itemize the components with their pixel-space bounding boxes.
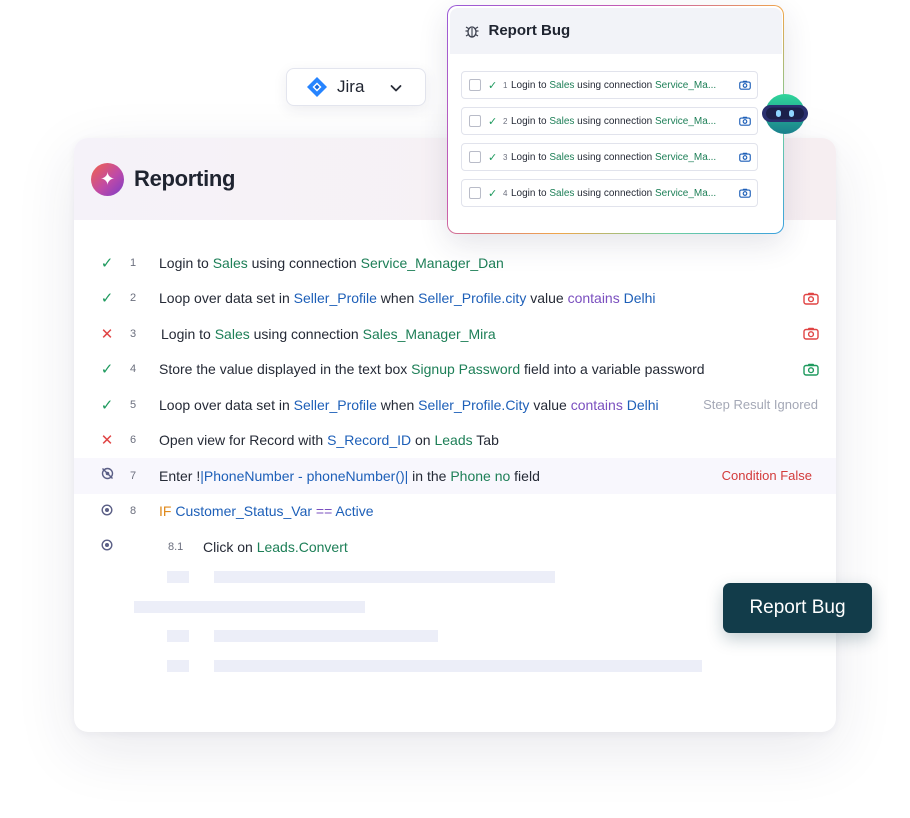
sparkle-logo-icon: ✦ bbox=[91, 162, 124, 196]
stage: ✦ Reporting ✓ 1 Login to Sales using con… bbox=[0, 0, 910, 818]
step-row[interactable]: ✕ 3 Login to Sales using connection Sale… bbox=[74, 316, 836, 352]
step-number: 3 bbox=[503, 152, 508, 162]
skeleton-placeholder bbox=[167, 630, 189, 642]
bug-step-row[interactable]: ✓ 2 Login to Sales using connection Serv… bbox=[461, 107, 758, 135]
step-checkbox[interactable] bbox=[469, 187, 481, 199]
skip-icon bbox=[99, 503, 115, 520]
bug-icon bbox=[465, 25, 478, 38]
step-text: Login to Sales using connection Service_… bbox=[511, 151, 717, 163]
step-text: Open view for Record with S_Record_ID on… bbox=[159, 432, 499, 449]
camera-icon[interactable] bbox=[803, 327, 819, 340]
robot-avatar-icon bbox=[762, 94, 808, 134]
check-icon: ✓ bbox=[488, 79, 498, 92]
check-icon: ✓ bbox=[488, 115, 498, 128]
step-number: 1 bbox=[503, 80, 508, 90]
check-icon: ✓ bbox=[100, 290, 114, 308]
step-row[interactable]: ✓ 5 Loop over data set in Seller_Profile… bbox=[74, 387, 836, 423]
step-text: Login to Sales using connection Service_… bbox=[511, 79, 717, 91]
check-icon: ✓ bbox=[488, 151, 498, 164]
step-checkbox[interactable] bbox=[469, 115, 481, 127]
bug-step-row[interactable]: ✓ 3 Login to Sales using connection Serv… bbox=[461, 143, 758, 171]
page-title: Reporting bbox=[134, 166, 236, 191]
cross-icon: ✕ bbox=[100, 325, 114, 343]
eye-off-icon bbox=[99, 467, 115, 484]
skeleton-placeholder bbox=[214, 630, 438, 642]
step-text: Login to Sales using connection Service_… bbox=[159, 254, 504, 271]
bug-step-row[interactable]: ✓ 1 Login to Sales using connection Serv… bbox=[461, 71, 758, 99]
step-checkbox[interactable] bbox=[469, 79, 481, 91]
check-icon: ✓ bbox=[100, 361, 114, 379]
step-row[interactable]: ✓ 1 Login to Sales using connection Serv… bbox=[74, 245, 836, 281]
step-text: Loop over data set in Seller_Profile whe… bbox=[159, 396, 659, 413]
skeleton-placeholder bbox=[167, 571, 189, 583]
step-number: 1 bbox=[130, 256, 137, 269]
jira-icon bbox=[307, 77, 327, 97]
step-row[interactable]: ✓ 2 Loop over data set in Seller_Profile… bbox=[74, 281, 836, 317]
step-number: 8.1 bbox=[168, 540, 184, 553]
report-bug-panel-header: Report Bug bbox=[449, 7, 782, 54]
report-bug-panel-title: Report Bug bbox=[488, 22, 571, 39]
step-number: 2 bbox=[130, 292, 137, 305]
step-row[interactable]: ✕ 6 Open view for Record with S_Record_I… bbox=[74, 423, 836, 459]
cross-icon: ✕ bbox=[100, 432, 114, 450]
step-text: Login to Sales using connection Sales_Ma… bbox=[161, 325, 496, 342]
step-number: 4 bbox=[503, 188, 508, 198]
skeleton-placeholder bbox=[134, 601, 365, 613]
skeleton-placeholder bbox=[214, 571, 555, 583]
camera-icon[interactable] bbox=[803, 292, 819, 305]
jira-label: Jira bbox=[337, 77, 365, 96]
skeleton-placeholder bbox=[214, 660, 702, 672]
step-number: 3 bbox=[130, 327, 137, 340]
camera-icon[interactable] bbox=[739, 152, 751, 162]
check-icon: ✓ bbox=[100, 254, 114, 272]
skip-icon bbox=[99, 538, 115, 555]
camera-icon[interactable] bbox=[739, 188, 751, 198]
step-number: 6 bbox=[130, 434, 137, 447]
check-icon: ✓ bbox=[100, 396, 114, 414]
jira-dropdown[interactable]: Jira bbox=[286, 68, 426, 106]
step-row[interactable]: 7 Enter !|PhoneNumber - phoneNumber()| i… bbox=[74, 458, 836, 494]
bug-step-row[interactable]: ✓ 4 Login to Sales using connection Serv… bbox=[461, 179, 758, 207]
step-text: Store the value displayed in the text bo… bbox=[159, 361, 705, 378]
step-text: Click on Leads.Convert bbox=[203, 538, 348, 555]
step-result-ignored-label: Step Result Ignored bbox=[703, 397, 818, 413]
step-number: 4 bbox=[130, 363, 137, 376]
chevron-down-icon bbox=[390, 85, 402, 92]
step-number: 2 bbox=[503, 116, 508, 126]
step-text: Loop over data set in Seller_Profile whe… bbox=[159, 290, 656, 307]
step-row[interactable]: ✓ 4 Store the value displayed in the tex… bbox=[74, 352, 836, 388]
skeleton-placeholder bbox=[167, 660, 189, 672]
camera-icon[interactable] bbox=[803, 363, 819, 376]
step-text: IF Customer_Status_Var == Active bbox=[159, 503, 374, 520]
check-icon: ✓ bbox=[488, 187, 498, 200]
step-list: ✓ 1 Login to Sales using connection Serv… bbox=[74, 245, 836, 565]
step-text: Login to Sales using connection Service_… bbox=[511, 115, 717, 127]
condition-false-label: Condition False bbox=[721, 468, 812, 484]
step-number: 5 bbox=[130, 398, 137, 411]
step-number: 7 bbox=[130, 469, 137, 482]
step-text: Login to Sales using connection Service_… bbox=[511, 187, 717, 199]
camera-icon[interactable] bbox=[739, 116, 751, 126]
step-row[interactable]: 8 IF Customer_Status_Var == Active bbox=[74, 494, 836, 530]
step-row[interactable]: 8.1 Click on Leads.Convert bbox=[74, 529, 836, 565]
report-bug-button[interactable]: Report Bug bbox=[723, 583, 872, 633]
step-checkbox[interactable] bbox=[469, 151, 481, 163]
step-text: Enter !|PhoneNumber - phoneNumber()| in … bbox=[159, 467, 540, 484]
report-bug-panel: Report Bug ✓ 1 Login to Sales using conn… bbox=[447, 5, 784, 234]
camera-icon[interactable] bbox=[739, 80, 751, 90]
step-number: 8 bbox=[130, 505, 137, 518]
